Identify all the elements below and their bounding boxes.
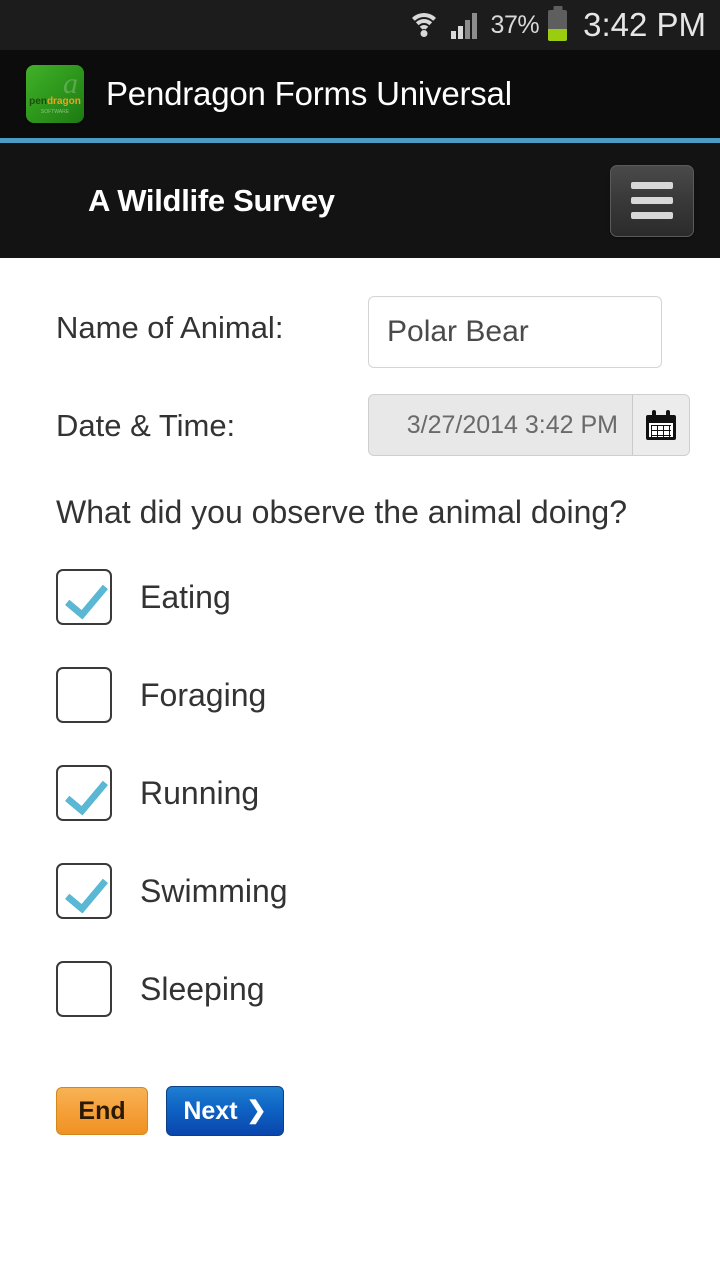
logo-word-part-a: pen [29, 96, 47, 107]
name-of-animal-row: Name of Animal: Polar Bear [0, 296, 720, 368]
hamburger-menu-icon[interactable] [610, 164, 694, 237]
checkbox-sleeping[interactable] [56, 961, 112, 1018]
status-clock: 3:42 PM [583, 6, 706, 43]
checkbox-row-sleeping[interactable]: Sleeping [56, 940, 720, 1038]
chevron-right-icon: ❯ [246, 1097, 267, 1125]
pendragon-logo-icon: a pendragon SOFTWARE [26, 65, 84, 123]
checkbox-label-foraging: Foraging [140, 676, 267, 713]
name-of-animal-label: Name of Animal: [56, 310, 284, 345]
next-button[interactable]: Next ❯ [166, 1086, 284, 1137]
checkbox-label-running: Running [140, 774, 260, 811]
checkbox-label-sleeping: Sleeping [140, 970, 265, 1007]
date-time-field[interactable]: 3/27/2014 3:42 PM [368, 394, 690, 456]
checkbox-row-eating[interactable]: Eating [56, 548, 720, 646]
checkbox-row-running[interactable]: Running [56, 744, 720, 842]
next-button-label: Next [183, 1096, 238, 1125]
checkbox-label-swimming: Swimming [140, 872, 288, 909]
wifi-icon [406, 12, 441, 38]
checkbox-label-eating: Eating [140, 578, 231, 615]
checkbox-row-swimming[interactable]: Swimming [56, 842, 720, 940]
name-of-animal-input[interactable]: Polar Bear [368, 296, 662, 368]
checkbox-running[interactable] [56, 765, 112, 822]
form-button-bar: End Next ❯ [0, 1038, 720, 1137]
checkbox-swimming[interactable] [56, 863, 112, 920]
status-bar: 37% 3:42 PM [0, 0, 720, 50]
form-header: A Wildlife Survey [0, 143, 720, 258]
logo-wordmark: pendragon [29, 97, 81, 107]
checkbox-row-foraging[interactable]: Foraging [56, 646, 720, 744]
form-content: Name of Animal: Polar Bear Date & Time: … [0, 258, 720, 1280]
question-label: What did you observe the animal doing? [56, 494, 628, 530]
cellular-signal-icon [450, 12, 481, 39]
date-time-label: Date & Time: [56, 408, 236, 443]
checkbox-eating[interactable] [56, 569, 112, 626]
logo-word-part-b: dragon [46, 96, 81, 107]
app-bar: a pendragon SOFTWARE Pendragon Forms Uni… [0, 50, 720, 138]
date-time-row: Date & Time: 3/27/2014 3:42 PM [0, 394, 720, 456]
checkbox-foraging[interactable] [56, 667, 112, 724]
logo-subtitle: SOFTWARE [40, 109, 70, 115]
battery-icon [548, 9, 568, 41]
page-title: A Wildlife Survey [88, 182, 335, 218]
observation-checkbox-list: Eating Foraging Running Swimming Sleepin… [0, 548, 720, 1038]
app-title: Pendragon Forms Universal [106, 75, 512, 112]
end-button[interactable]: End [56, 1087, 148, 1136]
calendar-icon[interactable] [633, 395, 689, 455]
date-time-value[interactable]: 3/27/2014 3:42 PM [369, 395, 633, 455]
logo-swirl-glyph: a [63, 67, 78, 100]
battery-percent-label: 37% [490, 10, 540, 39]
